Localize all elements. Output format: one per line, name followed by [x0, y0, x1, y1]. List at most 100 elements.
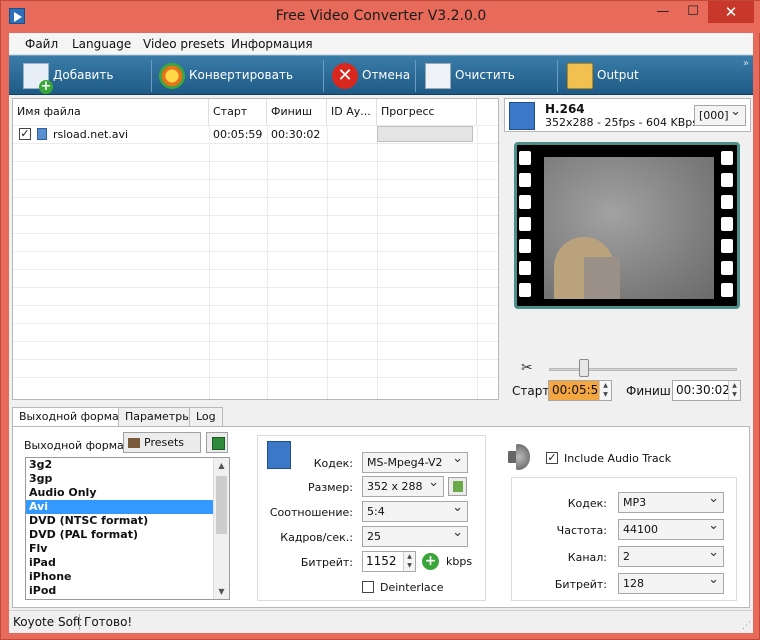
start-time-spinner[interactable]: ▲ ▼: [599, 381, 611, 400]
folder-icon: [567, 63, 593, 89]
trim-slider-thumb[interactable]: [579, 359, 590, 377]
video-bitrate-value: 1152: [366, 554, 397, 568]
format-list-item[interactable]: DVD (PAL format): [26, 528, 229, 542]
audio-codec-select[interactable]: MP3: [618, 489, 724, 513]
size-label: Размер:: [308, 481, 353, 494]
include-audio-checkbox[interactable]: ✓: [546, 452, 558, 464]
tab-parameters[interactable]: Параметры: [118, 407, 198, 427]
format-list-item[interactable]: iPhone: [26, 570, 229, 584]
save-preset-button[interactable]: [206, 432, 228, 453]
tab-output-format[interactable]: Выходной формат: [12, 407, 133, 428]
menu-video-presets[interactable]: Video presets: [143, 37, 225, 51]
video-bitrate-label: Битрейт:: [300, 556, 353, 569]
minimize-button[interactable]: —: [648, 1, 678, 23]
output-directory-button[interactable]: Output directory: [565, 59, 695, 115]
finish-time-spinner[interactable]: ▲ ▼: [728, 381, 740, 400]
format-list-item[interactable]: iPad: [26, 556, 229, 570]
audio-bitrate-select[interactable]: 128: [618, 570, 724, 594]
video-codec-select[interactable]: MS-Mpeg4-V2: [362, 449, 468, 473]
cancel-label: Отмена: [362, 68, 411, 82]
menu-bar: Файл Language Video presets Информация: [9, 33, 753, 55]
column-filename[interactable]: Имя файла: [13, 99, 209, 125]
row-progress-bar: [377, 126, 473, 142]
format-list-item[interactable]: 3g2: [26, 458, 229, 472]
frequency-label: Частота:: [556, 524, 607, 537]
video-bitrate-input[interactable]: 1152 ▲ ▼: [362, 551, 416, 572]
format-list-scrollbar[interactable]: ▲ ▼: [213, 458, 229, 599]
format-list-item[interactable]: Flv: [26, 542, 229, 556]
resize-grip-icon[interactable]: ⋰: [742, 621, 751, 631]
cancel-button[interactable]: ✕ Отмена: [330, 59, 412, 92]
presets-button[interactable]: Presets: [123, 432, 201, 453]
clear-list-button[interactable]: Очистить список: [423, 59, 553, 115]
add-file-icon: [23, 63, 53, 94]
column-start[interactable]: Старт: [209, 99, 267, 125]
trim-slider-track[interactable]: [549, 368, 737, 371]
video-preview: [514, 142, 740, 309]
include-audio-label: Include Audio Track: [564, 452, 672, 465]
format-list-item[interactable]: 3gp: [26, 472, 229, 486]
finish-time-input[interactable]: 00:30:02 ▲ ▼: [672, 380, 741, 401]
main-window: Free Video Converter V3.2.0.0 — ☐ ✕ Файл…: [0, 0, 760, 640]
add-files-button[interactable]: Добавить файлы: [21, 59, 149, 115]
audio-codec-label: Кодек:: [567, 497, 607, 510]
video-bitrate-spinner[interactable]: ▲ ▼: [403, 552, 415, 571]
row-checkbox[interactable]: ✓: [19, 128, 31, 140]
menu-file[interactable]: Файл: [25, 37, 58, 51]
format-list[interactable]: 3g2 3gp Audio Only Avi DVD (NTSC format) DVD …: [25, 457, 230, 600]
edit-size-icon[interactable]: [448, 477, 467, 496]
audio-track-select[interactable]: [000]: [694, 102, 746, 126]
convert-icon: [159, 63, 185, 89]
output-format-panel: Выходной формат: Presets 3g2 3gp Audio Onl…: [12, 426, 750, 608]
aspect-ratio-label: Соотношение:: [269, 506, 353, 519]
scroll-down-icon[interactable]: ▼: [214, 584, 229, 599]
toolbar: Добавить файлы Конвертировать видео ✕ От…: [9, 55, 753, 115]
status-company: Koyote Soft: [13, 615, 82, 629]
tab-log[interactable]: Log: [189, 407, 223, 427]
tab-strip: Выходной формат Параметры Log: [12, 407, 753, 428]
row-start: 00:05:59: [213, 128, 263, 141]
channel-select[interactable]: 2: [618, 543, 724, 567]
table-row[interactable]: ✓ rsload.net.avi 00:05:59 00:30:02: [13, 125, 498, 143]
column-progress[interactable]: Прогресс: [377, 99, 477, 125]
frequency-select[interactable]: 44100: [618, 516, 724, 540]
scroll-thumb[interactable]: [216, 476, 227, 534]
format-list-item[interactable]: DVD (NTSC format): [26, 514, 229, 528]
status-bar: Koyote Soft Готово! ⋰: [9, 610, 753, 633]
convert-button[interactable]: Конвертировать видео: [157, 59, 317, 115]
codec-info-bar: H.264 352x288 - 25fps - 604 KBps [000]: [504, 98, 751, 132]
video-settings-group: Кодек: MS-Mpeg4-V2 Размер: 352 x 288 Соо…: [257, 435, 486, 601]
deinterlace-label: Deinterlace: [380, 581, 444, 594]
channel-label: Канал:: [567, 551, 607, 564]
film-icon: [509, 102, 535, 130]
format-list-item[interactable]: iPod: [26, 584, 229, 598]
cancel-icon: ✕: [332, 63, 358, 89]
output-format-label: Выходной формат:: [24, 439, 134, 452]
clear-list-icon: [425, 63, 451, 89]
column-finish[interactable]: Финиш: [267, 99, 327, 125]
format-list-item[interactable]: Avi: [26, 500, 229, 514]
film-holes-left: [519, 151, 533, 301]
film-holes-right: [721, 151, 735, 301]
finish-time-value: 00:30:02: [676, 383, 730, 397]
scroll-up-icon[interactable]: ▲: [214, 458, 229, 473]
bitrate-unit: kbps: [446, 555, 473, 568]
format-list-item[interactable]: Audio Only: [26, 486, 229, 500]
column-audio-id[interactable]: ID Ау...: [327, 99, 377, 125]
add-bitrate-icon[interactable]: +: [422, 553, 439, 570]
fps-select[interactable]: 25: [362, 523, 468, 547]
menu-language[interactable]: Language: [72, 37, 131, 51]
close-button[interactable]: ✕: [708, 1, 754, 23]
finish-label: Финиш:: [626, 384, 675, 398]
file-list[interactable]: Имя файла Старт Финиш ID Ау... Прогресс …: [12, 98, 499, 400]
maximize-button[interactable]: ☐: [678, 1, 708, 23]
aspect-ratio-select[interactable]: 5:4: [362, 498, 468, 522]
size-select[interactable]: 352 x 288: [362, 473, 444, 497]
deinterlace-checkbox[interactable]: [362, 581, 374, 593]
start-time-input[interactable]: 00:05:59 ▲ ▼: [548, 380, 612, 401]
client-area: Файл Language Video presets Информация Д…: [9, 33, 753, 633]
codec-name: H.264: [545, 102, 585, 116]
menu-info[interactable]: Информация: [231, 37, 313, 51]
toolbar-overflow-icon[interactable]: »: [743, 58, 749, 69]
start-time-value: 00:05:59: [552, 383, 606, 397]
